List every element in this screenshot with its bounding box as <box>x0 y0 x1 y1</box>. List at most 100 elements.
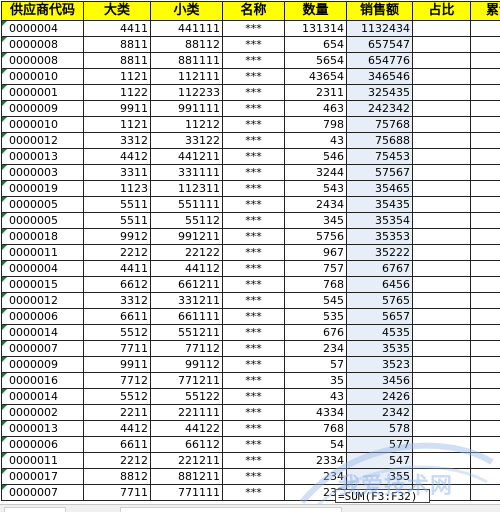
cell-cumulative[interactable] <box>470 388 500 405</box>
cell-share[interactable] <box>412 388 471 405</box>
cell-cumulative[interactable] <box>470 436 500 453</box>
cell-quantity[interactable]: 463 <box>284 100 347 117</box>
cell-major-category[interactable]: 7711 <box>83 484 151 501</box>
cell-sales[interactable]: 75453 <box>346 148 413 165</box>
cell-major-category[interactable]: 1121 <box>83 116 151 133</box>
cell-sales[interactable]: 242342 <box>346 100 413 117</box>
cell-sales[interactable]: 35354 <box>346 212 413 229</box>
cell-share[interactable] <box>412 164 471 181</box>
cell-minor-category[interactable]: 331111 <box>150 164 223 181</box>
cell-minor-category[interactable]: 66112 <box>150 436 223 453</box>
cell-quantity[interactable]: 43654 <box>284 68 347 85</box>
cell-cumulative[interactable] <box>470 164 500 181</box>
cell-minor-category[interactable]: 112311 <box>150 180 223 197</box>
cell-minor-category[interactable]: 441211 <box>150 148 223 165</box>
cell-cumulative[interactable] <box>470 308 500 325</box>
cell-supplier-code[interactable]: 0000002 <box>1 404 84 421</box>
cell-share[interactable] <box>412 244 471 261</box>
cell-major-category[interactable]: 9911 <box>83 100 151 117</box>
header-quantity[interactable]: 数量 <box>284 1 347 21</box>
cell-major-category[interactable]: 6611 <box>83 308 151 325</box>
cell-supplier-code[interactable]: 0000012 <box>1 132 84 149</box>
cell-sales[interactable]: 325435 <box>346 84 413 101</box>
cell-name[interactable]: *** <box>222 484 285 501</box>
cell-major-category[interactable]: 4412 <box>83 420 151 437</box>
cell-share[interactable] <box>412 212 471 229</box>
cell-quantity[interactable]: 57 <box>284 356 347 373</box>
cell-minor-category[interactable]: 881211 <box>150 468 223 485</box>
cell-sales[interactable]: 654776 <box>346 52 413 69</box>
cell-cumulative[interactable] <box>470 372 500 389</box>
cell-supplier-code[interactable]: 0000015 <box>1 276 84 293</box>
cell-quantity[interactable]: 2334 <box>284 452 347 469</box>
cell-major-category[interactable]: 4411 <box>83 20 151 37</box>
cell-name[interactable]: *** <box>222 164 285 181</box>
cell-sales[interactable]: 35465 <box>346 180 413 197</box>
cell-quantity[interactable]: 967 <box>284 244 347 261</box>
cell-quantity[interactable]: 676 <box>284 324 347 341</box>
cell-share[interactable] <box>412 20 471 37</box>
cell-name[interactable]: *** <box>222 404 285 421</box>
cell-quantity[interactable]: 43 <box>284 388 347 405</box>
cell-quantity[interactable]: 345 <box>284 212 347 229</box>
cell-sales[interactable]: 3523 <box>346 356 413 373</box>
cell-sales[interactable]: 3456 <box>346 372 413 389</box>
cell-quantity[interactable]: 5654 <box>284 52 347 69</box>
cell-major-category[interactable]: 7712 <box>83 372 151 389</box>
cell-supplier-code[interactable]: 0000011 <box>1 452 84 469</box>
cell-name[interactable]: *** <box>222 100 285 117</box>
cell-name[interactable]: *** <box>222 84 285 101</box>
cell-share[interactable] <box>412 36 471 53</box>
cell-name[interactable]: *** <box>222 52 285 69</box>
cell-share[interactable] <box>412 292 471 309</box>
cell-name[interactable]: *** <box>222 436 285 453</box>
cell-sales[interactable]: 75688 <box>346 132 413 149</box>
cell-sales[interactable]: 35353 <box>346 228 413 245</box>
cell-supplier-code[interactable]: 0000006 <box>1 436 84 453</box>
cell-share[interactable] <box>412 404 471 421</box>
cell-major-category[interactable]: 8811 <box>83 52 151 69</box>
cell-name[interactable]: *** <box>222 228 285 245</box>
cell-major-category[interactable]: 9911 <box>83 356 151 373</box>
cell-supplier-code[interactable]: 0000014 <box>1 324 84 341</box>
cell-cumulative[interactable] <box>470 244 500 261</box>
cell-major-category[interactable]: 4411 <box>83 260 151 277</box>
cell-quantity[interactable]: 5756 <box>284 228 347 245</box>
cell-minor-category[interactable]: 33122 <box>150 132 223 149</box>
cell-cumulative[interactable] <box>470 484 500 501</box>
cell-share[interactable] <box>412 308 471 325</box>
cell-share[interactable] <box>412 196 471 213</box>
cell-share[interactable] <box>412 436 471 453</box>
cell-sales[interactable]: 4535 <box>346 324 413 341</box>
header-name[interactable]: 名称 <box>222 1 285 21</box>
cell-cumulative[interactable] <box>470 84 500 101</box>
cell-supplier-code[interactable]: 0000017 <box>1 468 84 485</box>
header-major-category[interactable]: 大类 <box>83 1 151 21</box>
cell-supplier-code[interactable]: 0000006 <box>1 308 84 325</box>
cell-name[interactable]: *** <box>222 68 285 85</box>
cell-quantity[interactable]: 3244 <box>284 164 347 181</box>
cell-share[interactable] <box>412 68 471 85</box>
cell-minor-category[interactable]: 221111 <box>150 404 223 421</box>
cell-minor-category[interactable]: 11212 <box>150 116 223 133</box>
cell-cumulative[interactable] <box>470 260 500 277</box>
cell-supplier-code[interactable]: 0000010 <box>1 68 84 85</box>
cell-supplier-code[interactable]: 0000001 <box>1 84 84 101</box>
cell-supplier-code[interactable]: 0000018 <box>1 228 84 245</box>
cell-quantity[interactable]: 543 <box>284 180 347 197</box>
cell-quantity[interactable]: 798 <box>284 116 347 133</box>
cell-quantity[interactable]: 54 <box>284 436 347 453</box>
cell-name[interactable]: *** <box>222 372 285 389</box>
cell-minor-category[interactable]: 77112 <box>150 340 223 357</box>
cell-sales[interactable]: 1132434 <box>346 20 413 37</box>
cell-cumulative[interactable] <box>470 116 500 133</box>
cell-quantity[interactable]: 4334 <box>284 404 347 421</box>
cell-sales[interactable]: 577 <box>346 436 413 453</box>
cell-name[interactable]: *** <box>222 212 285 229</box>
cell-quantity[interactable]: 535 <box>284 308 347 325</box>
cell-major-category[interactable]: 1123 <box>83 180 151 197</box>
cell-supplier-code[interactable]: 0000003 <box>1 164 84 181</box>
cell-cumulative[interactable] <box>470 68 500 85</box>
cell-cumulative[interactable] <box>470 180 500 197</box>
cell-quantity[interactable]: 234 <box>284 340 347 357</box>
